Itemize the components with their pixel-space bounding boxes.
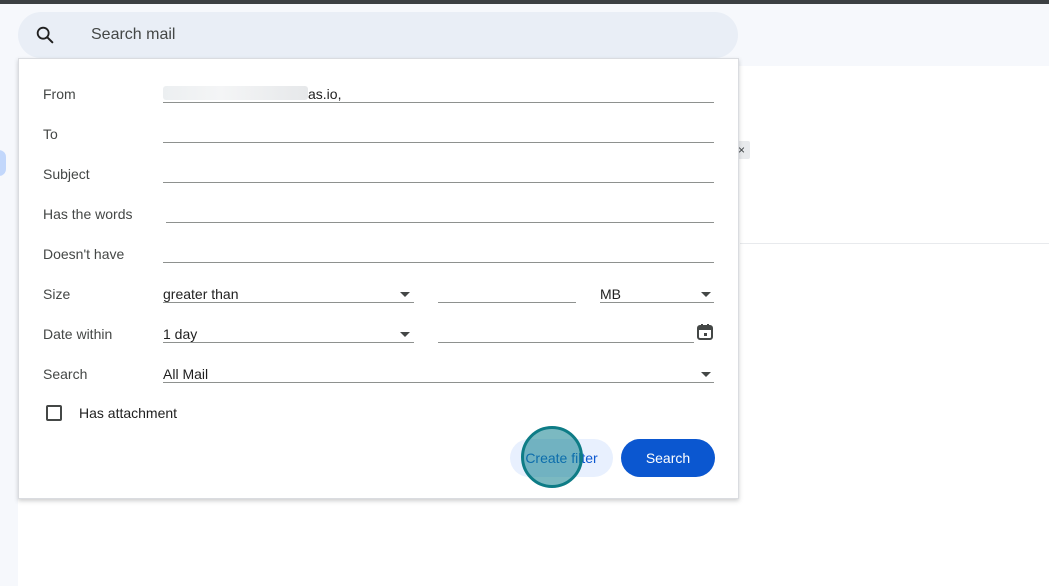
search-in-underline — [163, 382, 714, 383]
main-divider — [740, 243, 1049, 244]
calendar-icon[interactable] — [696, 323, 714, 341]
subject-field[interactable] — [163, 182, 714, 183]
top-window-strip — [0, 0, 1049, 4]
advanced-search-panel: From as.io, To Subject Has the words Doe… — [18, 58, 739, 499]
date-field[interactable] — [438, 342, 694, 343]
size-amount-field[interactable] — [438, 302, 576, 303]
from-field-value[interactable]: as.io, — [308, 85, 341, 103]
has-attachment-checkbox[interactable] — [46, 405, 62, 421]
from-field[interactable] — [163, 102, 714, 103]
has-words-label: Has the words — [43, 206, 133, 222]
chevron-down-icon[interactable] — [701, 292, 711, 297]
chevron-down-icon[interactable] — [701, 372, 711, 377]
chevron-down-icon[interactable] — [400, 332, 410, 337]
search-in-label: Search — [43, 366, 88, 382]
has-words-field[interactable] — [166, 222, 714, 223]
redacted-email — [163, 86, 308, 100]
has-attachment-label[interactable]: Has attachment — [79, 404, 177, 422]
to-field[interactable] — [163, 142, 714, 143]
search-button[interactable]: Search — [621, 439, 715, 477]
search-icon[interactable] — [34, 24, 56, 46]
size-operator-underline — [163, 302, 414, 303]
size-label: Size — [43, 286, 71, 302]
create-filter-button[interactable]: Create filter — [510, 439, 613, 477]
to-label: To — [43, 126, 58, 142]
size-unit-underline — [600, 302, 714, 303]
from-label: From — [43, 86, 76, 102]
doesnt-have-field[interactable] — [163, 262, 714, 263]
subject-label: Subject — [43, 166, 90, 182]
date-within-label: Date within — [43, 326, 113, 342]
size-operator-select[interactable]: greater than — [163, 285, 239, 303]
search-input[interactable]: Search mail — [91, 25, 175, 45]
doesnt-have-label: Doesn't have — [43, 246, 125, 262]
search-in-select[interactable]: All Mail — [163, 365, 208, 383]
size-unit-select[interactable]: MB — [600, 285, 621, 303]
date-range-select[interactable]: 1 day — [163, 325, 197, 343]
search-bar[interactable]: Search mail — [18, 12, 738, 58]
left-edge-tab[interactable] — [0, 150, 6, 176]
chevron-down-icon[interactable] — [400, 292, 410, 297]
date-range-underline — [163, 342, 414, 343]
